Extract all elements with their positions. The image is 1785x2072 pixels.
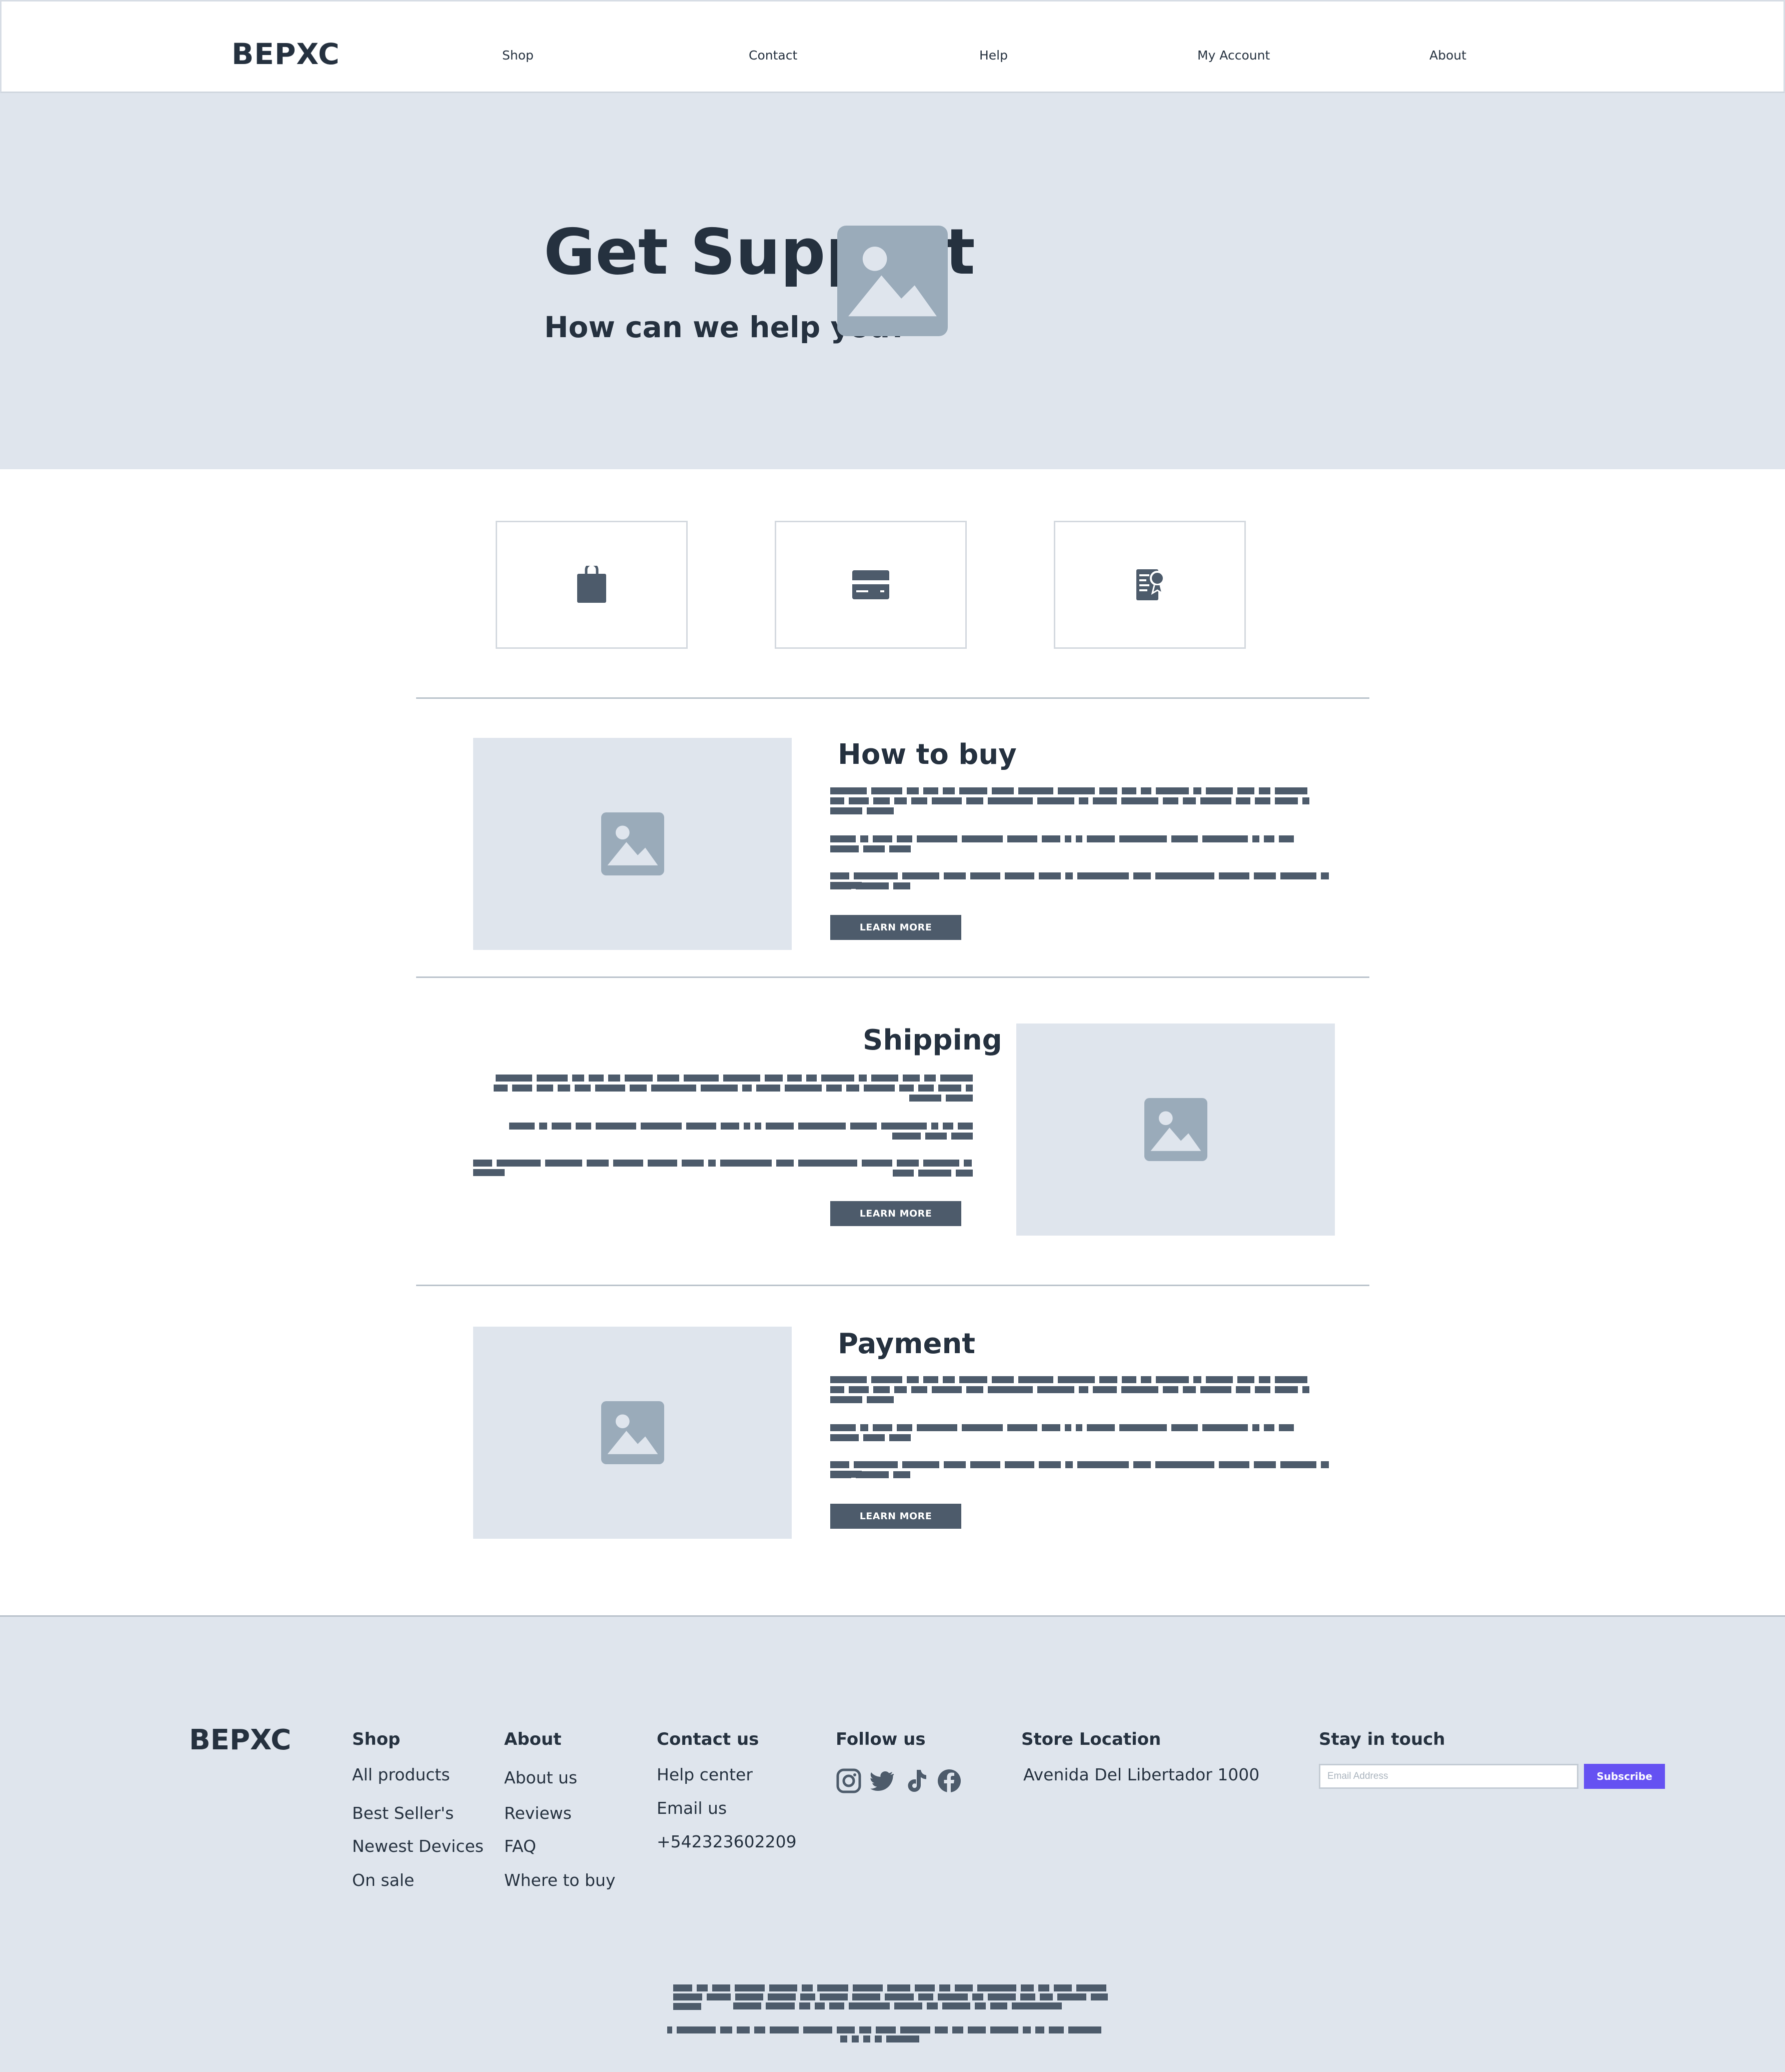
footer-link-email-us[interactable]: Email us (657, 1798, 727, 1818)
footer-link-about-us[interactable]: About us (504, 1768, 577, 1787)
footer-link-on-sale[interactable]: On sale (352, 1870, 414, 1890)
footer-heading-shop: Shop (352, 1729, 401, 1749)
category-card-orders[interactable] (1054, 521, 1246, 649)
footer-link-newest-devices[interactable]: Newest Devices (352, 1836, 484, 1856)
footer-link-reviews[interactable]: Reviews (504, 1803, 572, 1823)
divider (416, 697, 1369, 699)
footer-link-where-to-buy[interactable]: Where to buy (504, 1870, 616, 1890)
learn-more-button[interactable]: LEARN MORE (830, 915, 961, 940)
footer-brand-logo[interactable]: BEPXC (189, 1724, 291, 1756)
section-title-how-to-buy: How to buy (838, 738, 1017, 771)
image-placeholder-icon (601, 1401, 664, 1464)
footer-heading-follow: Follow us (836, 1729, 926, 1749)
store-address: Avenida Del Libertador 1000 (1023, 1765, 1260, 1784)
category-card-shop[interactable] (496, 521, 688, 649)
learn-more-button[interactable]: LEARN MORE (830, 1201, 961, 1226)
email-field[interactable] (1319, 1764, 1578, 1789)
category-card-payment[interactable] (775, 521, 967, 649)
footer-link-best-sellers[interactable]: Best Seller's (352, 1803, 454, 1823)
footer-legal-text (665, 1984, 1120, 2054)
nav-about[interactable]: About (1429, 48, 1466, 63)
section-image-payment (473, 1327, 792, 1539)
divider (416, 1285, 1369, 1286)
section-body-text (830, 787, 1335, 897)
footer-link-faq[interactable]: FAQ (504, 1836, 536, 1856)
footer-heading-newsletter: Stay in touch (1319, 1729, 1445, 1749)
twitter-icon[interactable] (869, 1768, 895, 1794)
facebook-icon[interactable] (936, 1768, 962, 1794)
footer-phone[interactable]: +542323602209 (657, 1832, 797, 1851)
section-body-text (830, 1376, 1335, 1486)
instagram-icon[interactable] (836, 1768, 862, 1794)
footer-link-help-center[interactable]: Help center (657, 1765, 753, 1784)
section-title-shipping: Shipping (863, 1024, 1002, 1057)
image-placeholder-icon (601, 812, 664, 875)
section-image-shipping (1016, 1023, 1335, 1236)
footer-heading-about: About (504, 1729, 562, 1749)
nav-my-account[interactable]: My Account (1197, 48, 1270, 63)
shopping-bag-icon (577, 566, 606, 603)
brand-logo[interactable]: BEPXC (232, 37, 340, 71)
tiktok-icon[interactable] (903, 1768, 929, 1794)
footer-link-all-products[interactable]: All products (352, 1765, 450, 1784)
nav-contact[interactable]: Contact (749, 48, 797, 63)
footer-heading-store: Store Location (1021, 1729, 1161, 1749)
footer-heading-contact: Contact us (657, 1729, 759, 1749)
credit-card-icon (852, 570, 889, 599)
nav-help[interactable]: Help (979, 48, 1008, 63)
section-body-text (473, 1075, 978, 1185)
nav-shop[interactable]: Shop (502, 48, 534, 63)
section-title-payment: Payment (838, 1328, 976, 1360)
subscribe-button[interactable]: Subscribe (1584, 1764, 1665, 1789)
learn-more-button[interactable]: LEARN MORE (830, 1504, 961, 1529)
image-placeholder-icon (837, 226, 948, 336)
receipt-icon (1136, 569, 1165, 600)
image-placeholder-icon (1144, 1098, 1207, 1161)
section-image-how-to-buy (473, 738, 792, 950)
divider (416, 976, 1369, 978)
